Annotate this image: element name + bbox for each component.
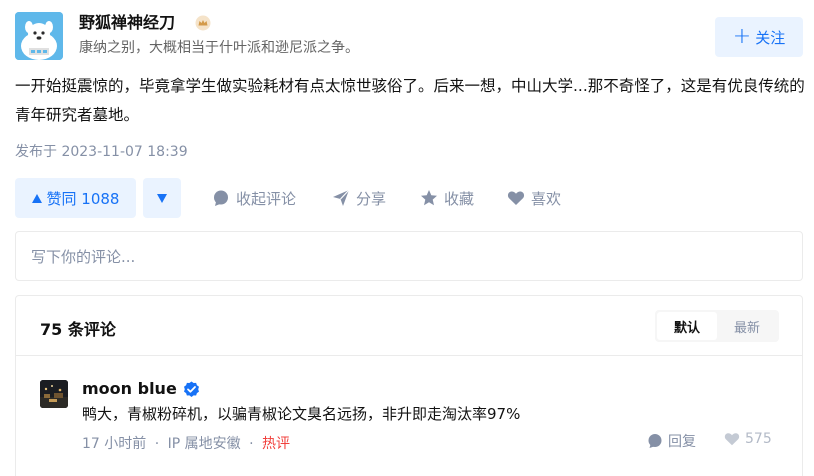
collapse-comments-button[interactable]: 收起评论 <box>212 178 296 218</box>
comment-count: 75 条评论 <box>40 320 116 339</box>
heart-icon <box>724 433 740 446</box>
plus-icon: + <box>732 24 752 49</box>
heart-icon <box>507 191 525 205</box>
verified-icon <box>183 381 199 397</box>
collapse-comments-label: 收起评论 <box>236 189 297 208</box>
sort-toggle: 默认 最新 <box>655 310 779 342</box>
author-name[interactable]: 野狐禅神经刀 <box>79 12 175 34</box>
comments-header: 75 条评论 默认 最新 <box>16 296 802 356</box>
triangle-up-icon <box>31 193 42 203</box>
hot-comment-tag: 热评 <box>262 436 291 452</box>
triangle-down-icon <box>157 193 167 203</box>
comment-text: 鸭大，青椒粉碎机，以骗青椒论文臭名远扬，非升即走淘汰率97% <box>82 405 521 423</box>
like-label: 喜欢 <box>531 189 562 208</box>
creator-badge-icon <box>195 15 211 31</box>
share-label: 分享 <box>356 189 387 208</box>
sort-default-button[interactable]: 默认 <box>657 312 717 340</box>
share-button[interactable]: 分享 <box>332 178 386 218</box>
star-icon <box>421 190 437 206</box>
publish-time: 发布于 2023-11-07 18:39 <box>15 144 188 160</box>
follow-button[interactable]: + 关注 <box>715 17 803 57</box>
author-header: 野狐禅神经刀 康纳之别，大概相当于什叶派和逊尼派之争。 + 关注 <box>15 12 803 60</box>
commenter-avatar[interactable] <box>40 380 68 408</box>
reply-label: 回复 <box>668 434 696 450</box>
author-avatar[interactable] <box>15 12 63 60</box>
commenter-name-row: moon blue <box>82 378 200 400</box>
meta-separator: · <box>249 436 254 452</box>
action-bar: 赞同 1088 收起评论 分享 收藏 喜欢 <box>15 178 805 218</box>
comment-ip: IP 属地安徽 <box>167 436 241 452</box>
follow-label: 关注 <box>755 28 786 47</box>
comment-meta: 17 小时前 · IP 属地安徽 · 热评 <box>82 433 290 453</box>
comment-bubble-icon <box>648 434 662 448</box>
sort-latest-button[interactable]: 最新 <box>717 312 777 340</box>
favorite-label: 收藏 <box>444 189 475 208</box>
reply-button[interactable]: 回复 <box>647 431 696 451</box>
answer-text: 一开始挺震惊的，毕竟拿学生做实验耗材有点太惊世骇俗了。后来一想，中山大学...那… <box>15 77 805 124</box>
author-bio: 康纳之别，大概相当于什叶派和逊尼派之争。 <box>79 40 359 56</box>
paper-plane-icon <box>333 189 350 206</box>
favorite-button[interactable]: 收藏 <box>420 178 474 218</box>
comments-section: 75 条评论 默认 最新 moon blue 鸭大，青椒粉碎机，以骗青椒论文臭名… <box>15 295 803 476</box>
commenter-name[interactable]: moon blue <box>82 378 177 400</box>
comment-bubble-icon <box>214 190 228 206</box>
meta-separator: · <box>154 436 160 452</box>
downvote-button[interactable] <box>143 178 181 218</box>
upvote-label: 赞同 1088 <box>46 189 120 208</box>
comment-like-button[interactable]: 575 <box>724 431 772 447</box>
comment-input[interactable]: 写下你的评论... <box>15 231 803 281</box>
comment-like-count: 575 <box>745 431 772 447</box>
like-button[interactable]: 喜欢 <box>507 178 561 218</box>
upvote-button[interactable]: 赞同 1088 <box>15 178 136 218</box>
comment-time: 17 小时前 <box>82 436 147 452</box>
